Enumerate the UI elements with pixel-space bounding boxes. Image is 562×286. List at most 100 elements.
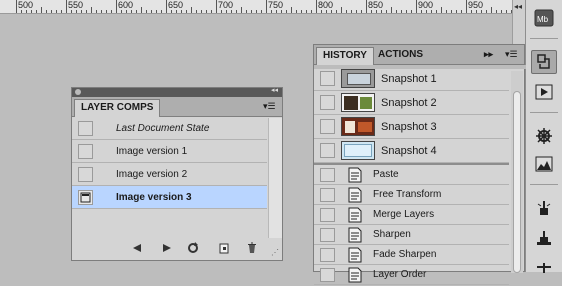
svg-text:Mb: Mb (537, 15, 549, 24)
brush-presets-icon[interactable] (531, 196, 557, 220)
history-state-row[interactable]: Sharpen (314, 225, 509, 245)
mini-bridge-icon[interactable]: Mb (531, 6, 557, 30)
history-state-row[interactable]: Layer Order (314, 265, 509, 285)
tool-presets-icon[interactable] (531, 256, 557, 280)
layer-comp-row[interactable]: Last Document State (72, 117, 267, 140)
ruler-tick (321, 10, 322, 13)
ruler-tick (301, 10, 302, 13)
snapshot-label: Snapshot 2 (381, 97, 437, 109)
collapse-icon[interactable]: ◂◂ (514, 2, 522, 11)
navigator-wheel-icon[interactable] (531, 124, 557, 148)
layer-comps-scrollbar[interactable] (268, 118, 282, 238)
layer-comp-label: Image version 1 (116, 146, 188, 157)
apply-comp-checkbox[interactable] (78, 144, 93, 159)
snapshot-thumbnail (341, 117, 375, 136)
dock-divider (530, 112, 558, 113)
ruler-tick (251, 10, 252, 13)
ruler-tick (181, 10, 182, 13)
layer-comp-row-selected[interactable]: Image version 3 (72, 186, 267, 209)
snapshot-row[interactable]: Snapshot 1 (314, 67, 509, 91)
ruler-tick (91, 7, 92, 13)
ruler-tick (176, 10, 177, 13)
history-state-row[interactable]: Free Transform (314, 185, 509, 205)
next-comp-icon[interactable] (160, 241, 174, 255)
history-panel: HISTORY ACTIONS ▸▸ ▾☰ Snapshot 1 Snapsho… (313, 44, 526, 285)
previous-comp-icon[interactable] (130, 241, 144, 255)
horizontal-ruler: 500 550 600 650 700 750 800 850 900 950 (0, 0, 512, 14)
histogram-icon[interactable] (531, 152, 557, 176)
history-brush-checkbox[interactable] (320, 188, 335, 202)
history-icon[interactable] (531, 50, 557, 74)
apply-comp-checkbox[interactable] (78, 190, 93, 205)
history-state-row[interactable]: Fade Sharpen (314, 245, 509, 265)
ruler-tick (161, 10, 162, 13)
snapshot-row[interactable]: Snapshot 3 (314, 115, 509, 139)
snapshot-row[interactable]: Snapshot 4 (314, 139, 509, 163)
ruler-tick (311, 10, 312, 13)
apply-comp-checkbox[interactable] (78, 167, 93, 182)
expand-panel-icon[interactable]: ▸▸ (484, 49, 493, 60)
history-state-icon (347, 247, 363, 266)
ruler-tick (421, 10, 422, 13)
actions-play-icon[interactable] (531, 80, 557, 104)
ruler-tick (101, 10, 102, 13)
apply-comp-checkbox[interactable] (78, 121, 93, 136)
ruler-tick (231, 10, 232, 13)
ruler-tick (491, 7, 492, 13)
layer-comp-row[interactable]: Image version 1 (72, 140, 267, 163)
history-brush-checkbox[interactable] (320, 71, 335, 86)
panel-menu-icon[interactable]: ▾☰ (263, 101, 276, 112)
ruler-tick (356, 10, 357, 13)
ruler-tick (391, 7, 392, 13)
layer-comp-row[interactable]: Image version 2 (72, 163, 267, 186)
history-brush-checkbox[interactable] (320, 143, 335, 158)
history-brush-checkbox[interactable] (320, 208, 335, 222)
ruler-tick (41, 7, 42, 13)
history-state-row[interactable]: Merge Layers (314, 205, 509, 225)
ruler-tick (401, 10, 402, 13)
history-state-label: Merge Layers (373, 209, 435, 220)
panel-menu-icon[interactable]: ▾☰ (505, 49, 518, 60)
ruler-tick (431, 10, 432, 13)
clone-source-icon[interactable] (531, 226, 557, 250)
resize-grip-icon[interactable]: ⋰ (271, 248, 279, 257)
layer-comp-label: Image version 2 (116, 169, 188, 180)
ruler-tick (96, 10, 97, 13)
ruler-tick (121, 10, 122, 13)
ruler-tick (216, 0, 217, 13)
history-brush-checkbox[interactable] (320, 168, 335, 182)
ruler-tick (61, 10, 62, 13)
new-comp-icon[interactable] (217, 241, 231, 255)
ruler-tick (241, 7, 242, 13)
snapshot-label: Snapshot 4 (381, 145, 437, 157)
ruler-tick (436, 10, 437, 13)
history-state-label: Free Transform (373, 189, 442, 200)
snapshot-row[interactable]: Snapshot 2 (314, 91, 509, 115)
history-brush-checkbox[interactable] (320, 95, 335, 110)
ruler-tick (266, 0, 267, 13)
ruler-tick (166, 0, 167, 13)
ruler-tick (76, 10, 77, 13)
history-state-label: Layer Order (373, 269, 427, 280)
history-brush-checkbox[interactable] (320, 228, 335, 242)
ruler-tick (146, 10, 147, 13)
ruler-tick (336, 10, 337, 13)
delete-comp-icon[interactable] (245, 241, 259, 255)
history-scrollbar-thumb[interactable] (513, 91, 521, 273)
history-state-row[interactable]: Paste (314, 165, 509, 185)
ruler-tick (131, 10, 132, 13)
snapshot-label: Snapshot 1 (381, 73, 437, 85)
ruler-tick (361, 10, 362, 13)
tab-history[interactable]: HISTORY (316, 47, 374, 65)
collapse-icon[interactable]: ◂◂ (271, 86, 278, 94)
update-comp-icon[interactable] (186, 241, 200, 255)
history-brush-checkbox[interactable] (320, 268, 335, 282)
panel-title-bar[interactable]: ◂◂ (72, 86, 282, 97)
tab-actions[interactable]: ACTIONS (372, 47, 429, 65)
close-icon[interactable] (75, 89, 81, 95)
tab-layer-comps[interactable]: LAYER COMPS (74, 99, 161, 117)
history-brush-checkbox[interactable] (320, 248, 335, 262)
ruler-tick (346, 10, 347, 13)
history-state-icon (347, 267, 363, 286)
history-brush-checkbox[interactable] (320, 119, 335, 134)
